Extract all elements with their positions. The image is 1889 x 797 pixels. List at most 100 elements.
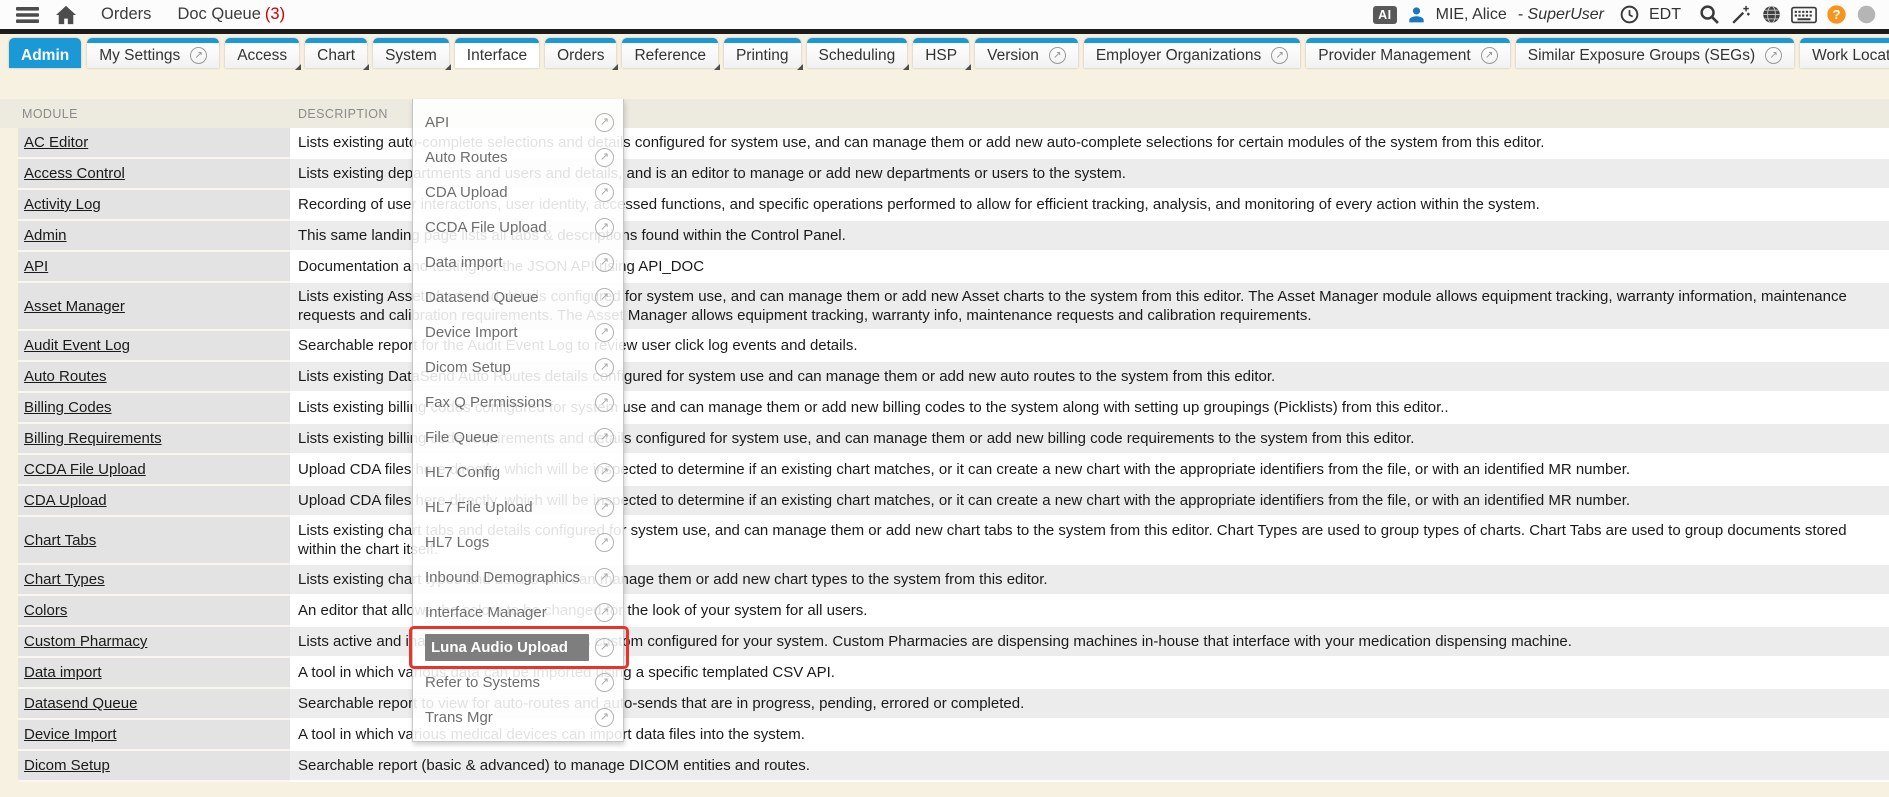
menu-item-interface-manager[interactable]: Interface Manager↗ (413, 595, 623, 630)
module-link-api[interactable]: API (24, 258, 48, 275)
menu-item-label: Interface Manager (425, 604, 595, 621)
tab-access[interactable]: Access (225, 38, 299, 68)
module-link-billing-codes[interactable]: Billing Codes (24, 399, 112, 416)
module-cell: CCDA File Upload (18, 455, 290, 486)
module-link-data-import[interactable]: Data import (24, 664, 102, 681)
menu-item-label: HL7 File Upload (425, 499, 595, 516)
external-link-icon[interactable]: ↗ (595, 358, 614, 377)
tab-printing[interactable]: Printing (724, 38, 801, 68)
external-link-icon[interactable]: ↗ (595, 568, 614, 587)
breadcrumb-doc-queue[interactable]: Doc Queue(3) (177, 5, 285, 24)
tab-system[interactable]: System (373, 38, 449, 68)
tab-provider-management[interactable]: Provider Management↗ (1306, 38, 1510, 68)
tab-orders[interactable]: Orders (545, 38, 616, 68)
external-link-icon[interactable]: ↗ (595, 708, 614, 727)
tab-my-settings[interactable]: My Settings↗ (87, 38, 219, 68)
external-link-icon[interactable]: ↗ (595, 148, 614, 167)
timezone-label[interactable]: EDT (1649, 6, 1681, 24)
external-link-icon[interactable]: ↗ (190, 47, 207, 64)
menu-item-inbound-demographics[interactable]: Inbound Demographics↗ (413, 560, 623, 595)
breadcrumb-orders[interactable]: Orders (101, 5, 151, 24)
module-link-chart-tabs[interactable]: Chart Tabs (24, 532, 96, 549)
module-link-ac-editor[interactable]: AC Editor (24, 134, 88, 151)
external-link-icon[interactable]: ↗ (595, 673, 614, 692)
module-link-asset-manager[interactable]: Asset Manager (24, 298, 125, 315)
menu-item-datasend-queue[interactable]: Datasend Queue↗ (413, 280, 623, 315)
external-link-icon[interactable]: ↗ (595, 603, 614, 622)
tab-similar-exposure-groups-segs[interactable]: Similar Exposure Groups (SEGs)↗ (1516, 38, 1794, 68)
external-link-icon[interactable]: ↗ (595, 638, 614, 657)
module-link-billing-requirements[interactable]: Billing Requirements (24, 430, 162, 447)
ai-badge[interactable]: AI (1373, 6, 1397, 24)
menu-item-trans-mgr[interactable]: Trans Mgr↗ (413, 700, 623, 735)
help-icon[interactable]: ? (1826, 4, 1847, 25)
external-link-icon[interactable]: ↗ (595, 533, 614, 552)
table-row: Dicom SetupSearchable report (basic & ad… (0, 751, 1889, 782)
module-link-audit-event-log[interactable]: Audit Event Log (24, 337, 130, 354)
globe-icon[interactable] (1761, 4, 1782, 25)
tab-interface[interactable]: Interface (455, 38, 539, 68)
module-link-ccda-file-upload[interactable]: CCDA File Upload (24, 461, 146, 478)
tab-work-locations[interactable]: Work Locations↗ (1800, 38, 1889, 68)
status-circle-icon[interactable] (1856, 4, 1877, 25)
tab-reference[interactable]: Reference (622, 38, 718, 68)
module-link-activity-log[interactable]: Activity Log (24, 196, 101, 213)
external-link-icon[interactable]: ↗ (1271, 47, 1288, 64)
menu-item-auto-routes[interactable]: Auto Routes↗ (413, 140, 623, 175)
external-link-icon[interactable]: ↗ (595, 498, 614, 517)
menu-item-label: Device Import (425, 324, 595, 341)
tab-chart[interactable]: Chart (305, 38, 367, 68)
home-icon[interactable] (55, 5, 77, 25)
keyboard-icon[interactable] (1791, 5, 1817, 25)
module-link-datasend-queue[interactable]: Datasend Queue (24, 695, 137, 712)
menu-item-hl7-config[interactable]: HL7 Config↗ (413, 455, 623, 490)
hamburger-menu-icon[interactable] (16, 6, 39, 24)
external-link-icon[interactable]: ↗ (595, 183, 614, 202)
module-cell: Data import (18, 658, 290, 689)
external-link-icon[interactable]: ↗ (595, 393, 614, 412)
external-link-icon[interactable]: ↗ (595, 113, 614, 132)
user-icon[interactable] (1406, 4, 1427, 25)
external-link-icon[interactable]: ↗ (1765, 47, 1782, 64)
menu-item-data-import[interactable]: Data import↗ (413, 245, 623, 280)
search-icon[interactable] (1698, 3, 1721, 26)
module-link-auto-routes[interactable]: Auto Routes (24, 368, 107, 385)
tab-version[interactable]: Version↗ (975, 38, 1078, 68)
external-link-icon[interactable]: ↗ (595, 218, 614, 237)
menu-item-refer-to-systems[interactable]: Refer to Systems↗ (413, 665, 623, 700)
module-link-admin[interactable]: Admin (24, 227, 67, 244)
module-cell: Billing Codes (18, 393, 290, 424)
module-link-chart-types[interactable]: Chart Types (24, 571, 105, 588)
module-link-cda-upload[interactable]: CDA Upload (24, 492, 107, 509)
tab-employer-organizations[interactable]: Employer Organizations↗ (1084, 38, 1300, 68)
magic-wand-icon[interactable] (1730, 4, 1752, 26)
menu-item-device-import[interactable]: Device Import↗ (413, 315, 623, 350)
external-link-icon[interactable]: ↗ (1049, 47, 1066, 64)
external-link-icon[interactable]: ↗ (595, 288, 614, 307)
module-link-colors[interactable]: Colors (24, 602, 67, 619)
menu-item-file-queue[interactable]: File Queue↗ (413, 420, 623, 455)
external-link-icon[interactable]: ↗ (1481, 47, 1498, 64)
module-link-custom-pharmacy[interactable]: Custom Pharmacy (24, 633, 147, 650)
menu-item-cda-upload[interactable]: CDA Upload↗ (413, 175, 623, 210)
tab-hsp[interactable]: HSP (913, 38, 969, 68)
menu-item-api[interactable]: API↗ (413, 105, 623, 140)
menu-item-luna-audio-upload[interactable]: Luna Audio Upload↗ (413, 630, 623, 665)
menu-item-dicom-setup[interactable]: Dicom Setup↗ (413, 350, 623, 385)
clock-icon[interactable] (1619, 4, 1640, 25)
external-link-icon[interactable]: ↗ (595, 253, 614, 272)
menu-item-ccda-file-upload[interactable]: CCDA File Upload↗ (413, 210, 623, 245)
external-link-icon[interactable]: ↗ (595, 463, 614, 482)
external-link-icon[interactable]: ↗ (595, 323, 614, 342)
tab-scheduling[interactable]: Scheduling (807, 38, 908, 68)
user-name[interactable]: MIE, Alice (1436, 6, 1507, 24)
module-link-device-import[interactable]: Device Import (24, 726, 117, 743)
menu-item-hl7-file-upload[interactable]: HL7 File Upload↗ (413, 490, 623, 525)
external-link-icon[interactable]: ↗ (595, 428, 614, 447)
module-link-access-control[interactable]: Access Control (24, 165, 125, 182)
menu-item-label: Auto Routes (425, 149, 595, 166)
tab-admin[interactable]: Admin (9, 38, 81, 68)
table-row: Audit Event LogSearchable report for the… (0, 331, 1889, 362)
menu-item-hl7-logs[interactable]: HL7 Logs↗ (413, 525, 623, 560)
menu-item-fax-q-permissions[interactable]: Fax Q Permissions↗ (413, 385, 623, 420)
